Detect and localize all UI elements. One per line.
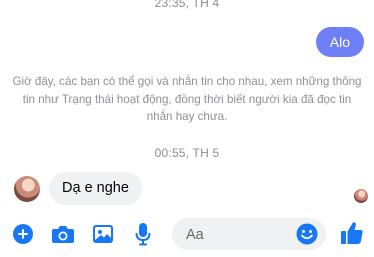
privacy-notice: Giờ đây, các bạn có thể gọi và nhắn tin …: [12, 75, 362, 123]
emoji-icon[interactable]: [296, 223, 318, 250]
message-input-container[interactable]: [172, 218, 326, 252]
timestamp-mid: 00:55, TH 5: [154, 146, 220, 160]
seen-receipt-avatar: [354, 189, 368, 203]
sent-message-bubble[interactable]: Alo: [315, 27, 364, 57]
message-input[interactable]: [184, 218, 298, 252]
contact-avatar[interactable]: [14, 176, 40, 202]
image-icon[interactable]: [92, 224, 114, 249]
microphone-icon[interactable]: [135, 222, 151, 251]
received-message-bubble[interactable]: Dạ e nghe: [49, 172, 142, 205]
timestamp-top: 23:35, TH 4: [154, 0, 220, 10]
camera-icon[interactable]: [51, 224, 75, 249]
plus-icon[interactable]: [13, 224, 33, 249]
thumbs-up-icon[interactable]: [340, 220, 364, 251]
